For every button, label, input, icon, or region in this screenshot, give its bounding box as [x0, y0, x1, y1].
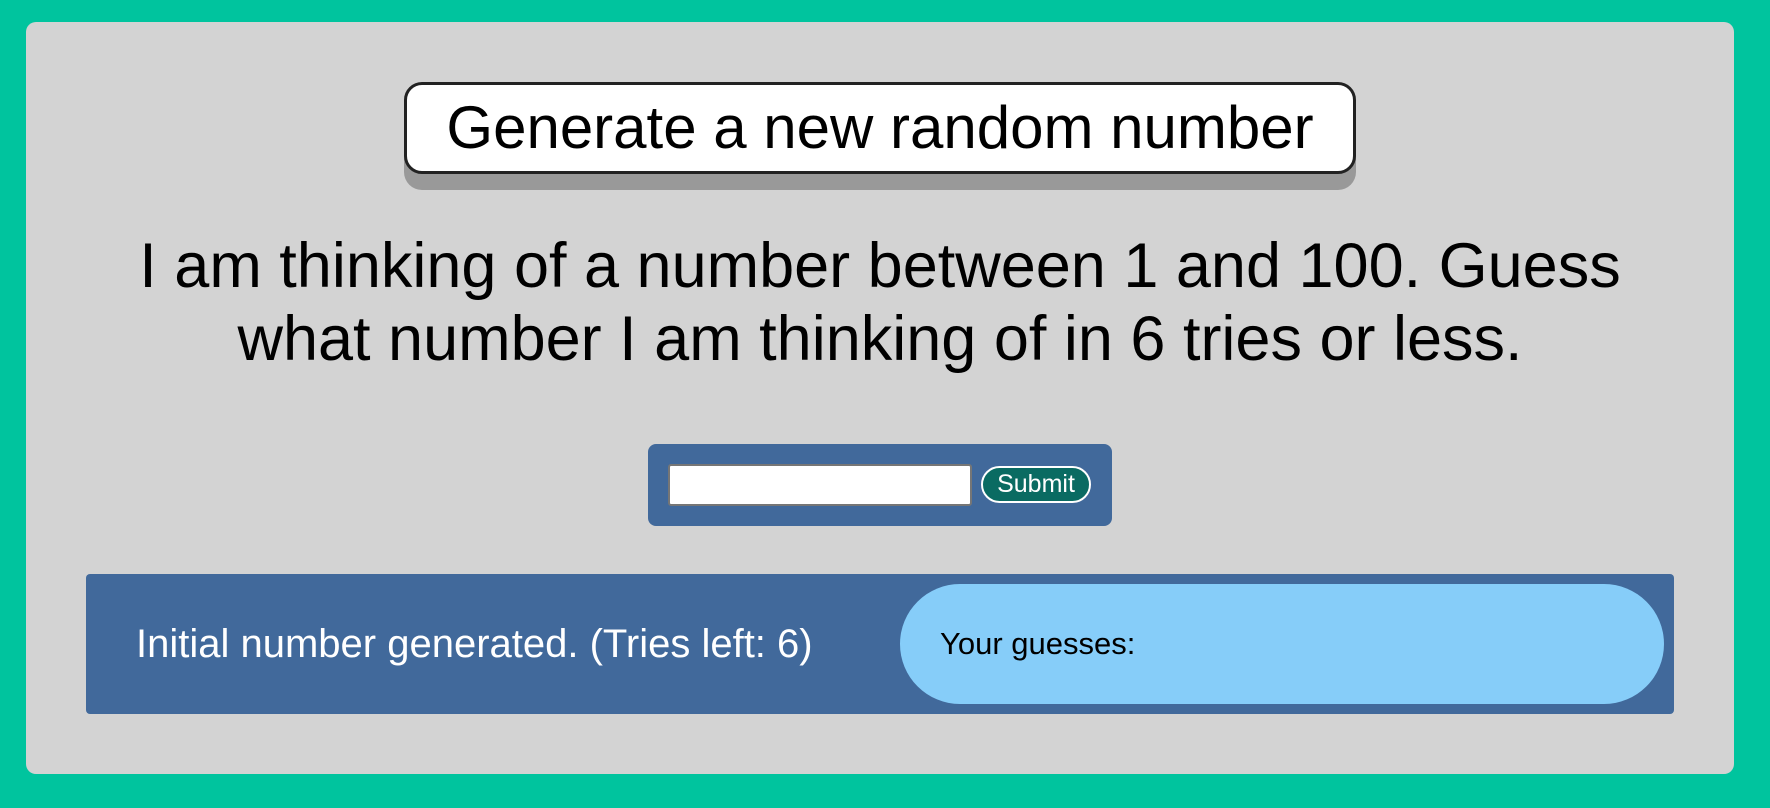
guesses-box: Your guesses: — [900, 584, 1664, 704]
submit-button[interactable]: Submit — [981, 466, 1091, 503]
status-message: Initial number generated. (Tries left: 6… — [136, 622, 813, 666]
guess-form: Submit — [648, 444, 1112, 526]
guesses-label: Your guesses: — [940, 626, 1136, 661]
guess-input[interactable] — [668, 464, 972, 506]
game-panel: Generate a new random number I am thinki… — [26, 22, 1734, 774]
game-instructions: I am thinking of a number between 1 and … — [139, 231, 1621, 374]
generate-number-button[interactable]: Generate a new random number — [404, 82, 1356, 174]
result-bar: Initial number generated. (Tries left: 6… — [86, 574, 1674, 714]
